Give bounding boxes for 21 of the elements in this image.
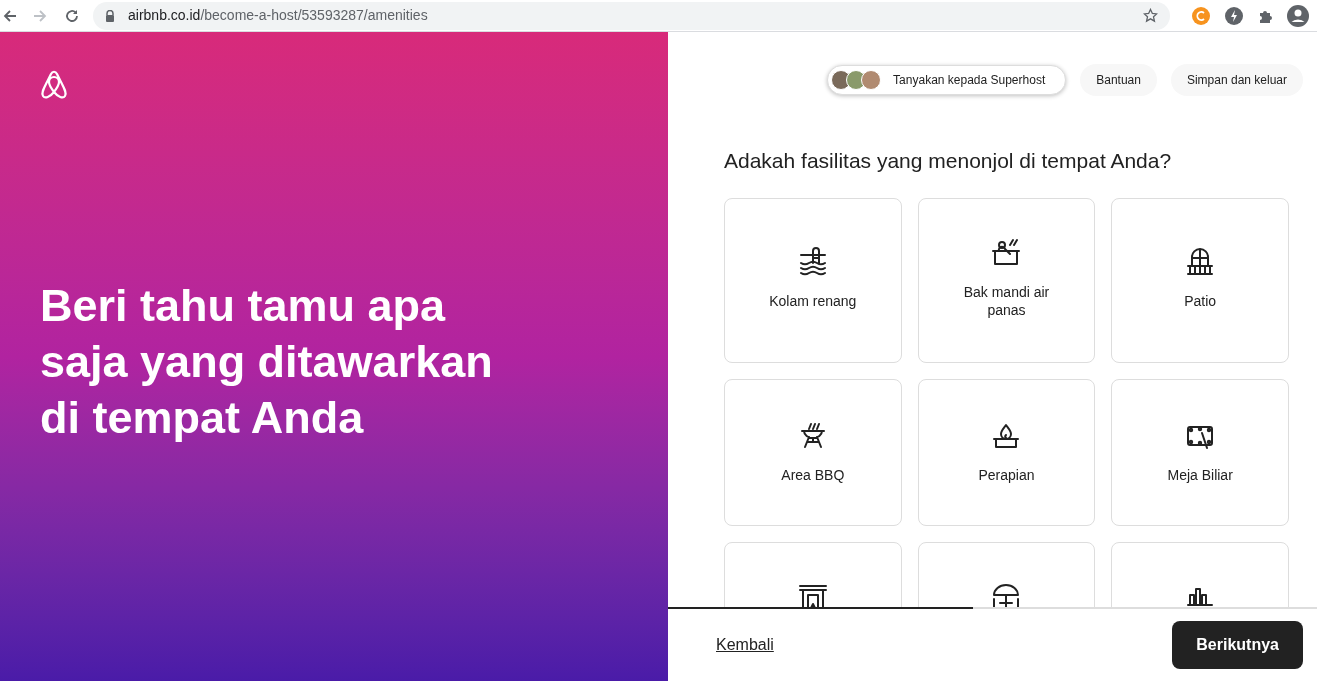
amenity-label: Bak mandi air panas	[962, 283, 1051, 319]
question-heading: Adakah fasilitas yang menonjol di tempat Anda?	[724, 148, 1173, 174]
next-button[interactable]: Berikutnya	[1172, 621, 1303, 669]
url-text: airbnb.co.id/become-a-host/53593287/amenities	[128, 6, 428, 25]
amenity-label: Kolam renang	[768, 292, 858, 310]
address-bar[interactable]: airbnb.co.id/become-a-host/53593287/amenities	[93, 1, 1170, 30]
save-exit-button[interactable]: Simpan dan keluar	[1170, 64, 1303, 96]
amenity-label: Perapian	[977, 466, 1036, 484]
help-button[interactable]: Bantuan	[1080, 64, 1157, 96]
back-link[interactable]: Kembali	[716, 633, 774, 657]
amenity-card[interactable]: Patio	[1111, 198, 1289, 363]
amenity-card[interactable]: Perapian	[917, 379, 1096, 526]
headline: Beri tahu tamu apa saja yang ditawarkan di tempat Anda	[40, 279, 494, 445]
amenity-card[interactable]: Meja Biliar	[1111, 379, 1289, 526]
superhost-button[interactable]: Tanyakan kepada Superhost	[827, 65, 1067, 95]
amenity-card[interactable]: Area BBQ	[724, 379, 902, 526]
amenity-card[interactable]: Kolam renang	[724, 198, 902, 363]
amenity-card[interactable]: Bak mandi air panas	[917, 198, 1096, 363]
amenity-label: Meja Biliar	[1166, 466, 1234, 484]
amenity-label: Area BBQ	[780, 466, 846, 484]
amenity-label: Patio	[1183, 292, 1218, 310]
